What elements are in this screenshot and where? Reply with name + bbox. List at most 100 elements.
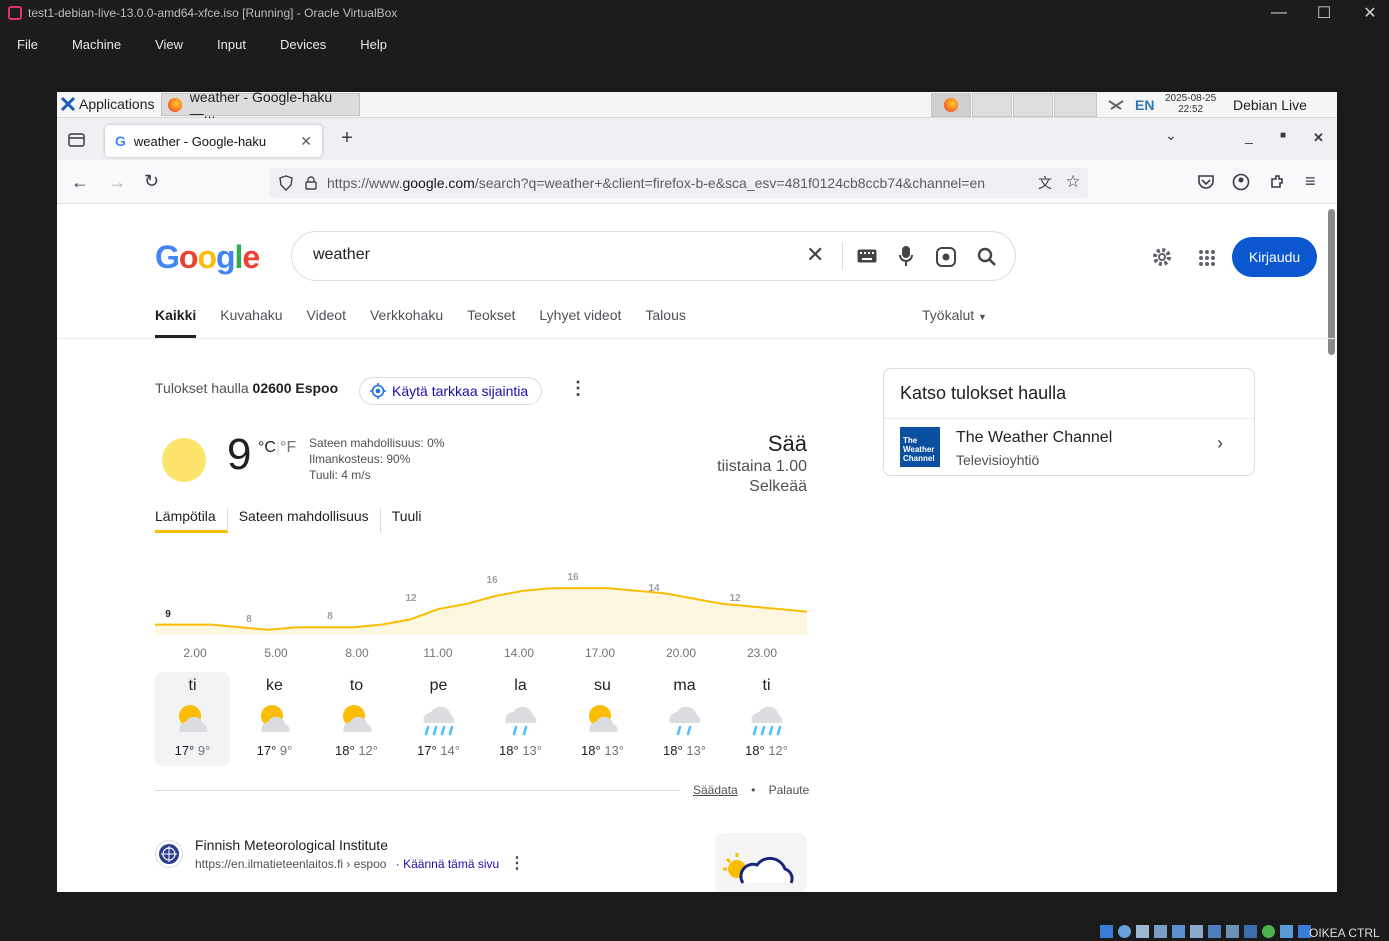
mouse-integration-icon[interactable] xyxy=(1280,925,1293,938)
url-rest: /search?q=weather+&client=firefox-b-e&sc… xyxy=(474,175,986,191)
tab-videot[interactable]: Videot xyxy=(307,307,346,338)
menu-devices[interactable]: Devices xyxy=(263,37,343,52)
tab-google-weather[interactable]: G weather - Google-haku ✕ xyxy=(105,125,322,157)
forecast-day[interactable]: ke 17° 9° xyxy=(237,672,312,766)
menu-file[interactable]: File xyxy=(0,37,55,52)
forecast-day[interactable]: ti 18° 12° xyxy=(729,672,804,766)
search-icon[interactable] xyxy=(977,247,997,267)
weather-details: Sateen mahdollisuus: 0% Ilmankosteus: 90… xyxy=(309,435,444,483)
window-maximize-icon[interactable]: ■ xyxy=(1280,130,1286,141)
network-adapter-icon[interactable] xyxy=(1154,925,1167,938)
bookmark-star-icon[interactable]: ☆ xyxy=(1062,172,1084,192)
workspace-1[interactable] xyxy=(931,93,971,117)
translate-icon[interactable]: 文 xyxy=(1034,174,1056,192)
window-minimize-icon[interactable]: _ xyxy=(1245,128,1253,144)
maximize-icon[interactable]: ☐ xyxy=(1301,0,1347,26)
keyboard-icon[interactable] xyxy=(857,249,877,263)
sign-in-button[interactable]: Kirjaudu xyxy=(1232,237,1317,277)
optical-drive-icon[interactable] xyxy=(1118,925,1131,938)
network-icon[interactable] xyxy=(1107,97,1127,113)
forecast-day[interactable]: ma 18° 13° xyxy=(647,672,722,766)
url-bar[interactable]: https://www. google.com/search?q=weather+… xyxy=(270,168,1088,198)
google-logo[interactable]: Google xyxy=(155,239,260,276)
account-icon[interactable] xyxy=(1232,173,1250,191)
minimize-icon[interactable]: — xyxy=(1256,0,1302,26)
settings-gear-icon[interactable] xyxy=(1151,246,1173,268)
menu-view[interactable]: View xyxy=(138,37,200,52)
precipitation-chance: Sateen mahdollisuus: 0% xyxy=(309,436,445,450)
menu-input[interactable]: Input xyxy=(200,37,263,52)
search-input[interactable]: weather xyxy=(313,246,370,264)
forecast-day[interactable]: la 18° 13° xyxy=(483,672,558,766)
tab-kuvahaku[interactable]: Kuvahaku xyxy=(220,307,282,338)
tools-dropdown[interactable]: Työkalut ▼ xyxy=(922,307,987,323)
shared-folders-icon[interactable] xyxy=(1190,925,1203,938)
hour-label: 8.00 xyxy=(345,646,369,660)
tab-kaikki[interactable]: Kaikki xyxy=(155,307,197,338)
close-icon[interactable]: ✕ xyxy=(1347,0,1389,26)
workspace-4[interactable] xyxy=(1054,93,1097,117)
tab-close-icon[interactable]: ✕ xyxy=(300,133,312,150)
lock-icon[interactable] xyxy=(305,176,317,190)
forecast-day[interactable]: ti 17° 9° xyxy=(155,672,230,766)
chevron-right-icon[interactable]: › xyxy=(1217,433,1223,454)
lens-camera-icon[interactable] xyxy=(936,247,956,267)
recording-icon[interactable] xyxy=(1226,925,1239,938)
kp-item-name[interactable]: The Weather Channel xyxy=(956,429,1112,447)
menu-help[interactable]: Help xyxy=(343,37,404,52)
tab-talous[interactable]: Talous xyxy=(645,307,685,338)
google-apps-icon[interactable] xyxy=(1198,249,1216,267)
forward-icon[interactable]: → xyxy=(108,172,126,193)
guest-additions-icon[interactable] xyxy=(1262,925,1275,938)
tab-precipitation[interactable]: Sateen mahdollisuus xyxy=(239,508,381,533)
result-site-name[interactable]: Finnish Meteorological Institute xyxy=(195,837,388,853)
firefox-view-icon[interactable] xyxy=(67,132,87,148)
display-icon[interactable] xyxy=(1208,925,1221,938)
workspace-2[interactable] xyxy=(972,93,1012,117)
virtualization-icon[interactable] xyxy=(1244,925,1257,938)
forecast-day[interactable]: su 18° 13° xyxy=(565,672,640,766)
window-close-icon[interactable]: ✕ xyxy=(1313,130,1324,146)
forecast-day[interactable]: to 18° 12° xyxy=(319,672,394,766)
reload-icon[interactable]: ↻ xyxy=(144,171,159,192)
applications-menu[interactable]: Applications xyxy=(60,96,155,112)
unit-celsius[interactable]: °C xyxy=(258,439,276,456)
scrollbar-thumb[interactable] xyxy=(1328,209,1335,355)
extensions-icon[interactable] xyxy=(1268,173,1286,191)
search-box[interactable]: weather ✕ xyxy=(291,231,1016,281)
hard-disk-icon[interactable] xyxy=(1100,925,1113,938)
tab-list-chevron-icon[interactable]: ⌄ xyxy=(1165,127,1177,144)
unit-fahrenheit[interactable]: °F xyxy=(280,439,296,456)
more-options-icon[interactable]: ⋮ xyxy=(569,378,587,399)
result-more-icon[interactable]: ⋮ xyxy=(509,853,525,873)
workspace-3[interactable] xyxy=(1013,93,1053,117)
data-source-link[interactable]: Säädata xyxy=(693,783,738,797)
tab-teokset[interactable]: Teokset xyxy=(467,307,515,338)
tab-verkkohaku[interactable]: Verkkohaku xyxy=(370,307,443,338)
forecast-day[interactable]: pe 17° 14° xyxy=(401,672,476,766)
day-name: to xyxy=(349,677,364,694)
taskbar-firefox-window[interactable]: weather - Google-haku —... xyxy=(161,92,360,121)
precise-location-button[interactable]: Käytä tarkkaa sijaintia xyxy=(359,377,543,405)
pocket-icon[interactable] xyxy=(1197,173,1215,191)
tab-wind[interactable]: Tuuli xyxy=(392,508,433,533)
tracking-shield-icon[interactable] xyxy=(279,175,293,191)
keyboard-layout[interactable]: EN xyxy=(1135,97,1154,113)
feedback-link[interactable]: Palaute xyxy=(769,783,810,797)
new-tab-icon[interactable]: + xyxy=(337,126,357,150)
result-thumbnail[interactable] xyxy=(715,833,807,892)
day-low: 12° xyxy=(358,743,378,758)
clear-search-icon[interactable]: ✕ xyxy=(806,242,824,268)
usb-icon[interactable] xyxy=(1172,925,1185,938)
result-url[interactable]: https://en.ilmatieteenlaitos.fi › espoo xyxy=(195,857,386,871)
microphone-icon[interactable] xyxy=(899,245,913,267)
audio-icon[interactable] xyxy=(1136,925,1149,938)
hamburger-menu-icon[interactable]: ≡ xyxy=(1305,171,1316,192)
back-icon[interactable]: ← xyxy=(71,172,89,193)
translate-page-link[interactable]: · Käännä tämä sivu xyxy=(396,857,499,871)
tab-temperature[interactable]: Lämpötila xyxy=(155,508,228,533)
tab-lyhyet-videot[interactable]: Lyhyet videot xyxy=(539,307,621,338)
menu-machine[interactable]: Machine xyxy=(55,37,138,52)
weather-channel-logo[interactable]: The Weather Channel xyxy=(900,427,940,467)
clock[interactable]: 2025-08-25 22:52 xyxy=(1165,93,1216,115)
